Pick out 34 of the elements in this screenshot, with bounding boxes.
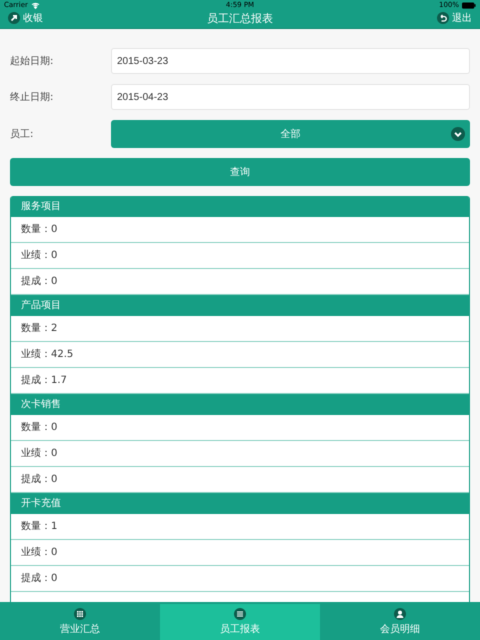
section-header: 产品项目 <box>11 295 469 316</box>
query-button[interactable]: 查询 <box>10 158 470 186</box>
section-header: 开卡充值 <box>11 493 469 514</box>
grid-icon <box>74 608 86 620</box>
wifi-icon <box>30 2 40 8</box>
tab[interactable]: 会员明细 <box>320 604 480 640</box>
list-row: 业绩：42.5 <box>11 342 469 368</box>
list-row: 业绩：0 <box>11 540 469 566</box>
date-field[interactable]: 2015-04-23 <box>111 84 470 110</box>
list-row: 业绩：0 <box>11 243 469 269</box>
employee-dropdown[interactable]: 全部 <box>111 120 470 148</box>
field-label: 起始日期: <box>10 54 54 68</box>
section-header: 次卡销售 <box>11 394 469 415</box>
arrow-icon <box>8 12 20 24</box>
tab[interactable]: 员工报表 <box>160 604 320 640</box>
window-title: 员工汇总报表 <box>207 10 273 26</box>
battery-icon <box>462 2 476 8</box>
list-row: 业绩：0 <box>11 441 469 467</box>
logout-button[interactable]: 退出 <box>437 11 472 25</box>
chevron-down-icon <box>451 127 465 141</box>
list-row: 提成：0 <box>11 566 469 592</box>
field-label: 终止日期: <box>10 90 54 104</box>
tab[interactable]: 营业汇总 <box>0 604 160 640</box>
list-row: 数量：0 <box>11 415 469 441</box>
person-icon <box>394 608 406 620</box>
menu-icon <box>234 608 246 620</box>
list-row: 数量：2 <box>11 316 469 342</box>
list-row: 数量：1 <box>11 514 469 540</box>
date-field[interactable]: 2015-03-23 <box>111 48 470 74</box>
field-label: 员工: <box>10 128 34 141</box>
list-row: 数量：0 <box>11 217 469 243</box>
cashier-button[interactable]: 收银 <box>8 11 43 25</box>
section-header: 服务项目 <box>11 196 469 217</box>
undo-icon <box>437 12 449 24</box>
